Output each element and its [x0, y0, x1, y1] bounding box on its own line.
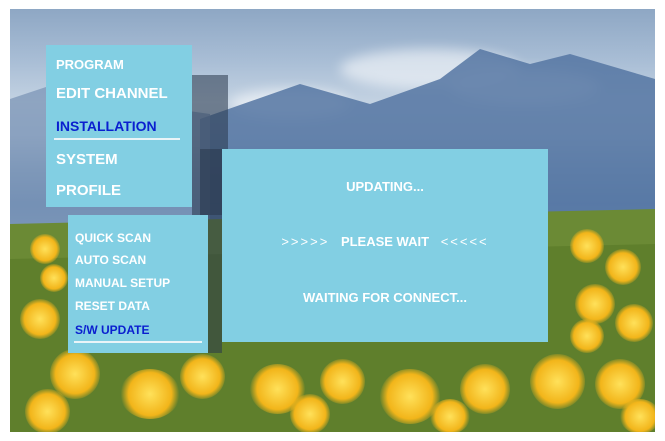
selection-underline: [54, 138, 180, 140]
submenu-item-manual-setup[interactable]: MANUAL SETUP: [75, 276, 170, 290]
menu-item-installation[interactable]: INSTALLATION: [56, 118, 157, 134]
selection-underline: [74, 341, 202, 343]
update-panel-shadow: [200, 149, 222, 215]
please-wait-text: PLEASE WAIT: [340, 234, 430, 249]
sub-menu-shadow: [208, 215, 222, 353]
submenu-item-reset-data[interactable]: RESET DATA: [75, 299, 150, 313]
installation-submenu: QUICK SCAN AUTO SCAN MANUAL SETUP RESET …: [68, 215, 208, 353]
update-status-text: UPDATING...: [346, 179, 424, 194]
submenu-item-quick-scan[interactable]: QUICK SCAN: [75, 231, 151, 245]
right-arrows: <<<<<: [440, 234, 489, 249]
sw-update-dialog: UPDATING... >>>>> PLEASE WAIT <<<<< WAIT…: [222, 149, 548, 342]
left-arrows: >>>>>: [281, 234, 330, 249]
please-wait-line: >>>>> PLEASE WAIT <<<<<: [222, 234, 548, 249]
menu-item-system[interactable]: SYSTEM: [56, 151, 118, 168]
connection-status-text: WAITING FOR CONNECT...: [303, 290, 467, 305]
tv-screen: PROGRAM EDIT CHANNEL INSTALLATION SYSTEM…: [10, 9, 655, 432]
menu-item-profile[interactable]: PROFILE: [56, 182, 121, 199]
submenu-item-auto-scan[interactable]: AUTO SCAN: [75, 253, 146, 267]
main-menu: PROGRAM EDIT CHANNEL INSTALLATION SYSTEM…: [46, 45, 192, 207]
submenu-item-sw-update[interactable]: S/W UPDATE: [75, 323, 149, 337]
menu-item-program[interactable]: PROGRAM: [56, 57, 124, 72]
menu-item-edit-channel[interactable]: EDIT CHANNEL: [56, 85, 168, 102]
